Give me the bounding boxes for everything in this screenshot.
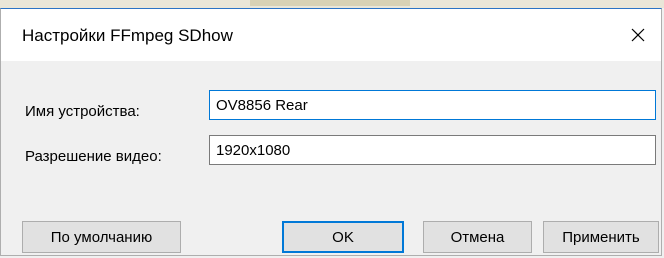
close-button[interactable]: [615, 9, 661, 61]
device-name-input[interactable]: [209, 90, 656, 120]
ok-button[interactable]: OK: [282, 221, 404, 253]
background-window-strip: [0, 0, 664, 8]
background-content: [250, 0, 410, 6]
dialog-titlebar: Настройки FFmpeg SDhow: [1, 9, 661, 61]
apply-button[interactable]: Применить: [543, 221, 659, 253]
close-icon: [630, 27, 646, 43]
cancel-button[interactable]: Отмена: [423, 221, 532, 253]
device-name-label: Имя устройства:: [25, 103, 140, 120]
dialog-title: Настройки FFmpeg SDhow: [22, 26, 233, 45]
defaults-button[interactable]: По умолчанию: [22, 221, 181, 253]
video-resolution-label: Разрешение видео:: [25, 148, 162, 165]
video-resolution-input[interactable]: [209, 135, 656, 165]
ffmpeg-settings-dialog: Настройки FFmpeg SDhow Имя устройства: Р…: [0, 8, 662, 256]
